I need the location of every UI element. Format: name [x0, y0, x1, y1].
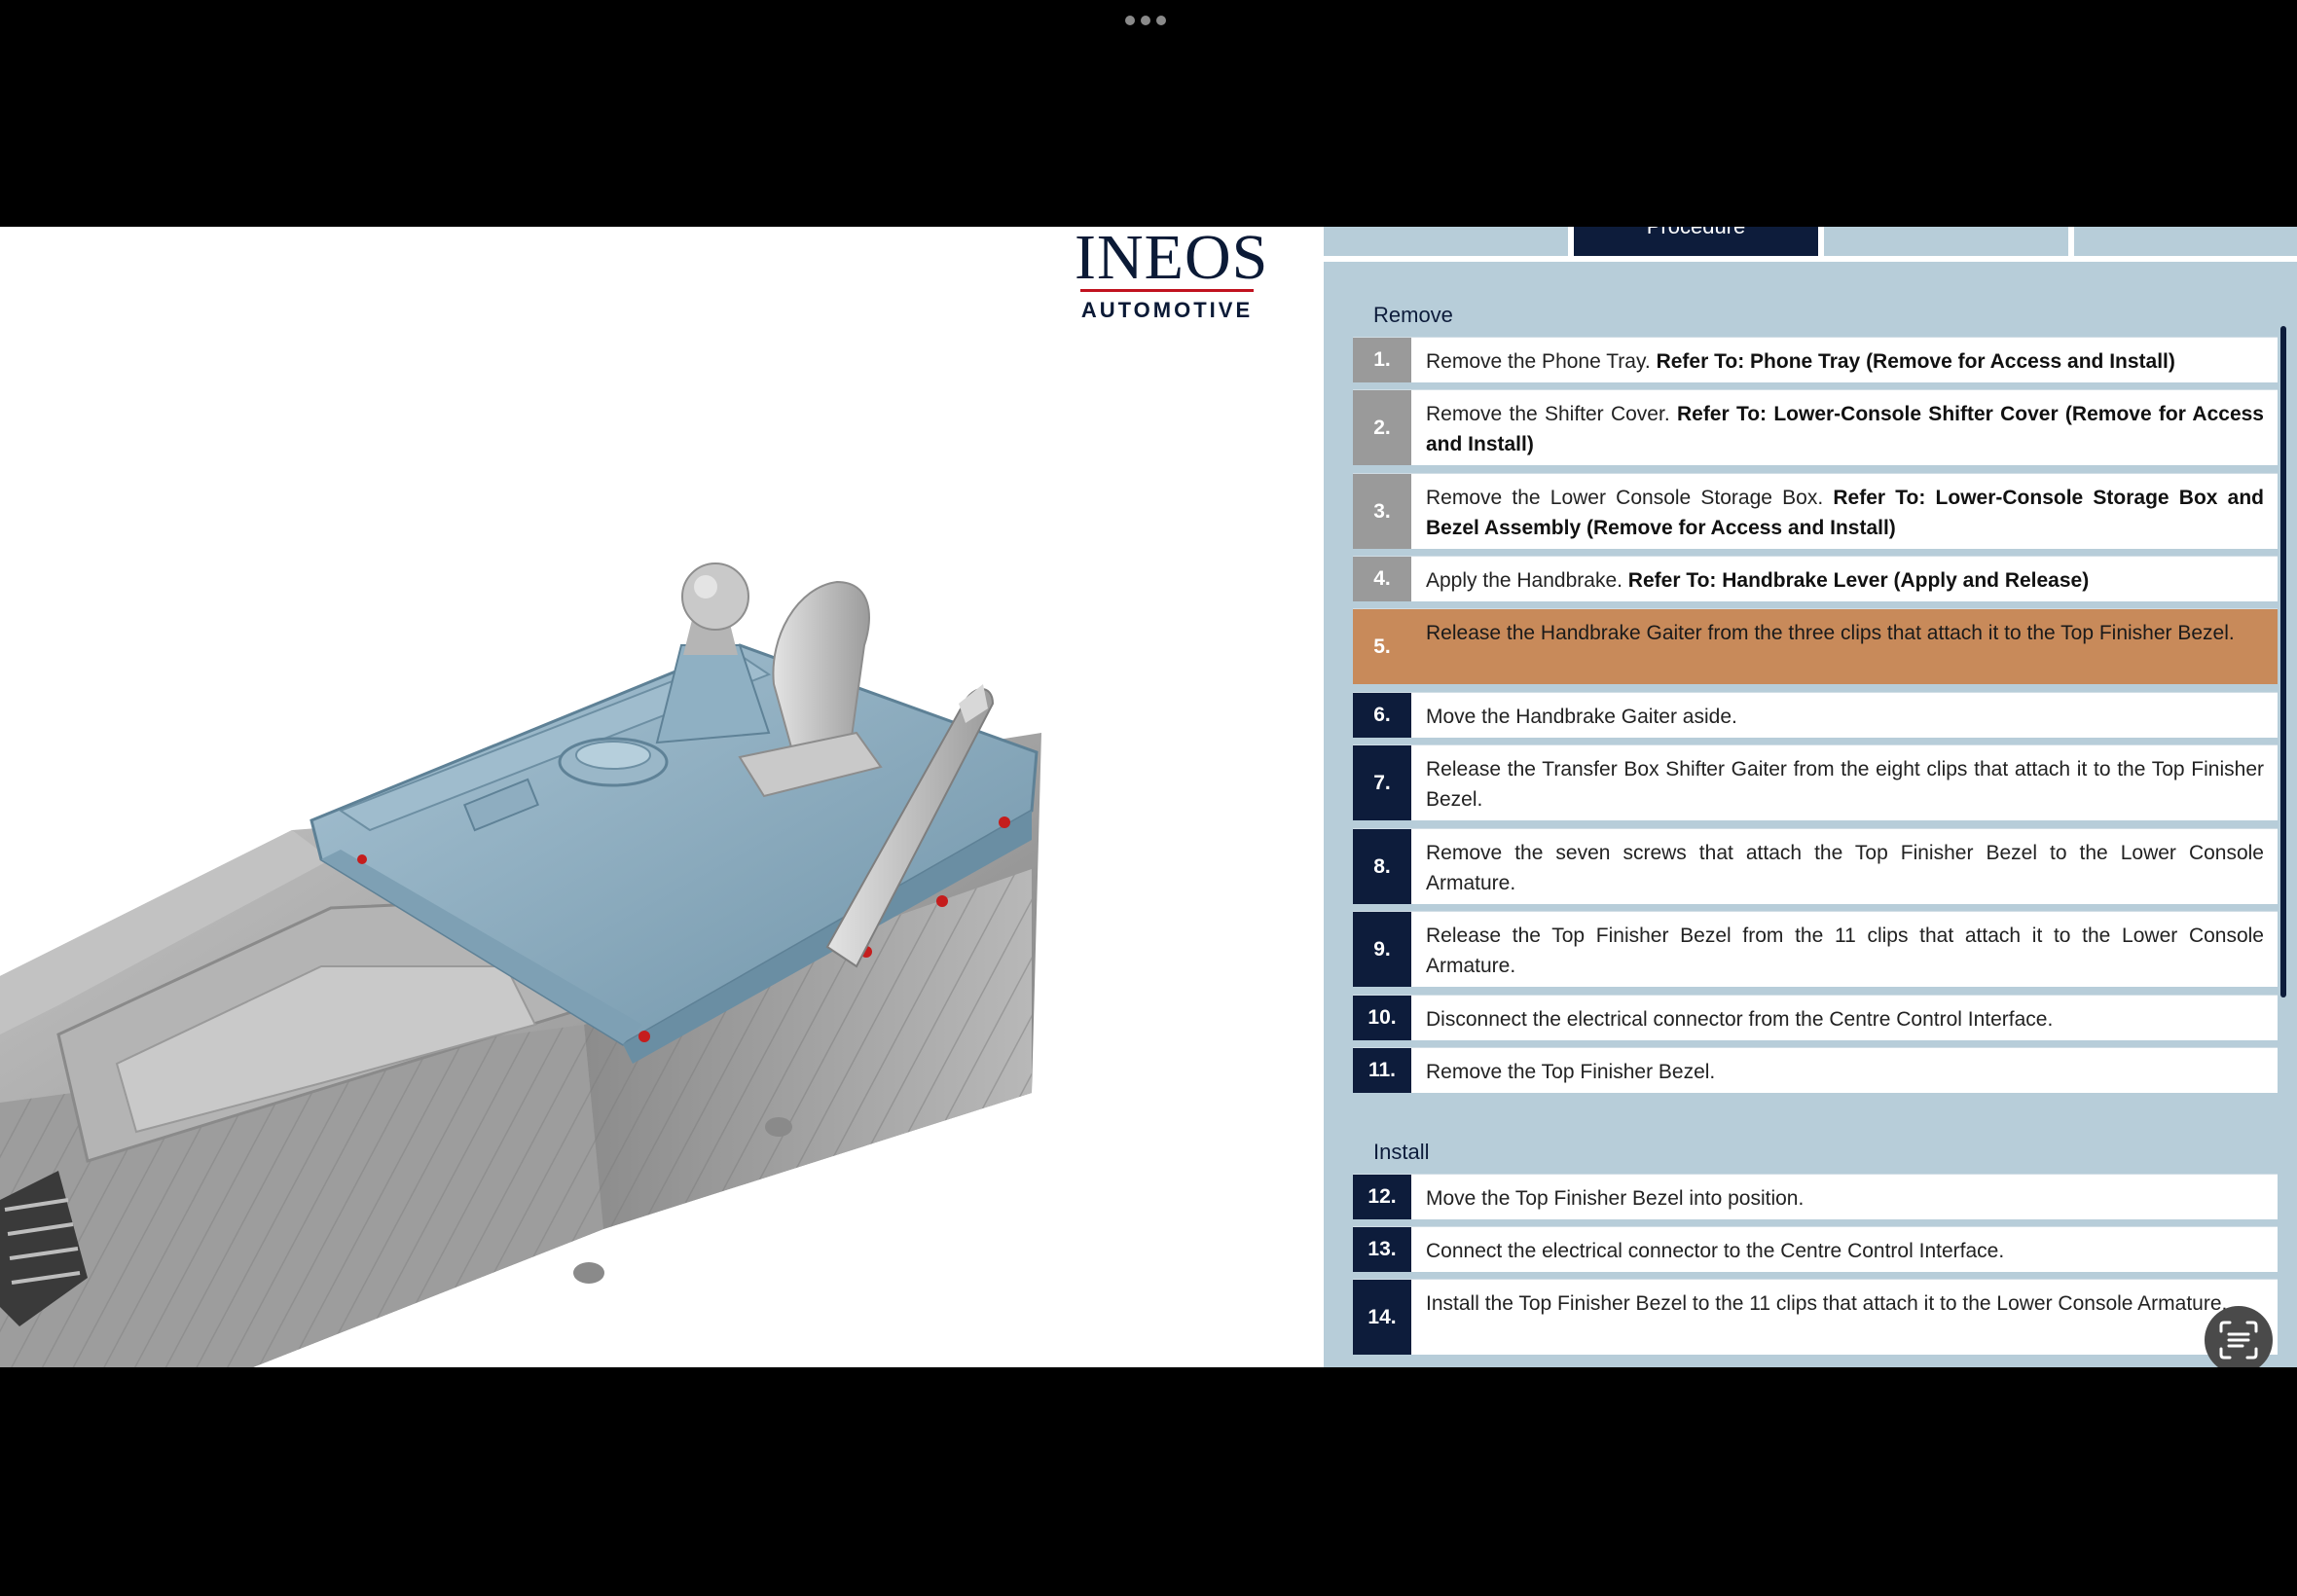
step-number: 6. [1353, 693, 1411, 738]
step-row[interactable]: 2. Remove the Shifter Cover. Refer To: L… [1353, 390, 2278, 465]
more-dots-icon[interactable] [1125, 16, 1166, 25]
step-row[interactable]: 3. Remove the Lower Console Storage Box.… [1353, 474, 2278, 549]
step-row[interactable]: 4. Apply the Handbrake. Refer To: Handbr… [1353, 557, 2278, 601]
3d-model-viewer[interactable]: INEOS AUTOMOTIVE [0, 227, 1324, 1367]
step-text: Remove the Top Finisher Bezel. [1426, 1061, 1716, 1083]
tab-4[interactable] [2074, 227, 2297, 256]
logo-subtitle: AUTOMOTIVE [1080, 298, 1254, 322]
tab-bar: Procedure [1324, 227, 2297, 256]
step-number: 7. [1353, 745, 1411, 820]
step-row-highlighted[interactable]: 5. Release the Handbrake Gaiter from the… [1353, 609, 2278, 684]
step-number: 8. [1353, 829, 1411, 904]
text-scan-button[interactable] [2205, 1306, 2273, 1367]
step-text: Connect the electrical connector to the … [1426, 1240, 2005, 1262]
tab-procedure[interactable]: Procedure [1574, 227, 1818, 256]
step-instruction: Apply the Handbrake. [1426, 569, 1628, 592]
step-number: 9. [1353, 912, 1411, 987]
step-text: Release the Transfer Box Shifter Gaiter … [1426, 758, 2264, 811]
step-row[interactable]: 10. Disconnect the electrical connector … [1353, 996, 2278, 1040]
app-viewport: INEOS AUTOMOTIVE Procedure Remove 1. Rem… [0, 227, 2297, 1367]
text-scan-icon [2219, 1321, 2258, 1360]
step-number: 1. [1353, 338, 1411, 382]
step-reference-link[interactable]: Refer To: Phone Tray (Remove for Access … [1657, 350, 2175, 373]
list-scrollbar[interactable] [2280, 326, 2286, 998]
section-heading-install: Install [1373, 1140, 1430, 1164]
step-number: 13. [1353, 1227, 1411, 1272]
step-text: Move the Handbrake Gaiter aside. [1426, 706, 1737, 728]
step-row[interactable]: 13. Connect the electrical connector to … [1353, 1227, 2278, 1272]
step-text: Remove the Phone Tray. Refer To: Phone T… [1411, 338, 2278, 382]
step-number: 11. [1353, 1048, 1411, 1093]
step-text: Install the Top Finisher Bezel to the 11… [1426, 1292, 2228, 1315]
step-number: 2. [1353, 390, 1411, 465]
step-row[interactable]: 1. Remove the Phone Tray. Refer To: Phon… [1353, 338, 2278, 382]
step-text: Release the Top Finisher Bezel from the … [1426, 925, 2264, 977]
section-heading-remove: Remove [1373, 303, 1453, 327]
step-row[interactable]: 6. Move the Handbrake Gaiter aside. [1353, 693, 2278, 738]
step-number: 12. [1353, 1175, 1411, 1219]
procedure-steps-list[interactable]: Remove 1. Remove the Phone Tray. Refer T… [1324, 262, 2297, 1367]
step-row[interactable]: 8. Remove the seven screws that attach t… [1353, 829, 2278, 904]
step-row[interactable]: 11. Remove the Top Finisher Bezel. [1353, 1048, 2278, 1093]
ineos-logo: INEOS AUTOMOTIVE [1075, 227, 1269, 322]
step-number: 5. [1353, 609, 1411, 684]
step-text: Remove the seven screws that attach the … [1426, 842, 2264, 894]
step-instruction: Remove the Lower Console Storage Box. [1426, 487, 1834, 509]
tab-procedure-label: Procedure [1647, 227, 1746, 238]
logo-brand: INEOS [1075, 227, 1269, 293]
console-model-illustration [0, 562, 1041, 1367]
step-row[interactable]: 7. Release the Transfer Box Shifter Gait… [1353, 745, 2278, 820]
step-text: Move the Top Finisher Bezel into positio… [1426, 1187, 1805, 1210]
step-text: Remove the Lower Console Storage Box. Re… [1411, 474, 2278, 549]
step-number: 3. [1353, 474, 1411, 549]
tab-3[interactable] [1824, 227, 2068, 256]
step-instruction: Remove the Shifter Cover. [1426, 403, 1677, 425]
step-number: 10. [1353, 996, 1411, 1040]
step-row[interactable]: 14. Install the Top Finisher Bezel to th… [1353, 1280, 2278, 1355]
step-number: 14. [1353, 1280, 1411, 1355]
procedure-panel: Procedure Remove 1. Remove the Phone Tra… [1324, 227, 2297, 1367]
step-text: Apply the Handbrake. Refer To: Handbrake… [1411, 557, 2278, 601]
step-text: Disconnect the electrical connector from… [1426, 1008, 2054, 1031]
step-reference-link[interactable]: Refer To: Handbrake Lever (Apply and Rel… [1628, 569, 2089, 592]
step-text: Release the Handbrake Gaiter from the th… [1426, 622, 2235, 644]
step-text: Remove the Shifter Cover. Refer To: Lowe… [1411, 390, 2278, 465]
step-number: 4. [1353, 557, 1411, 601]
step-row[interactable]: 9. Release the Top Finisher Bezel from t… [1353, 912, 2278, 987]
tab-1[interactable] [1324, 227, 1568, 256]
step-row[interactable]: 12. Move the Top Finisher Bezel into pos… [1353, 1175, 2278, 1219]
step-instruction: Remove the Phone Tray. [1426, 350, 1657, 373]
